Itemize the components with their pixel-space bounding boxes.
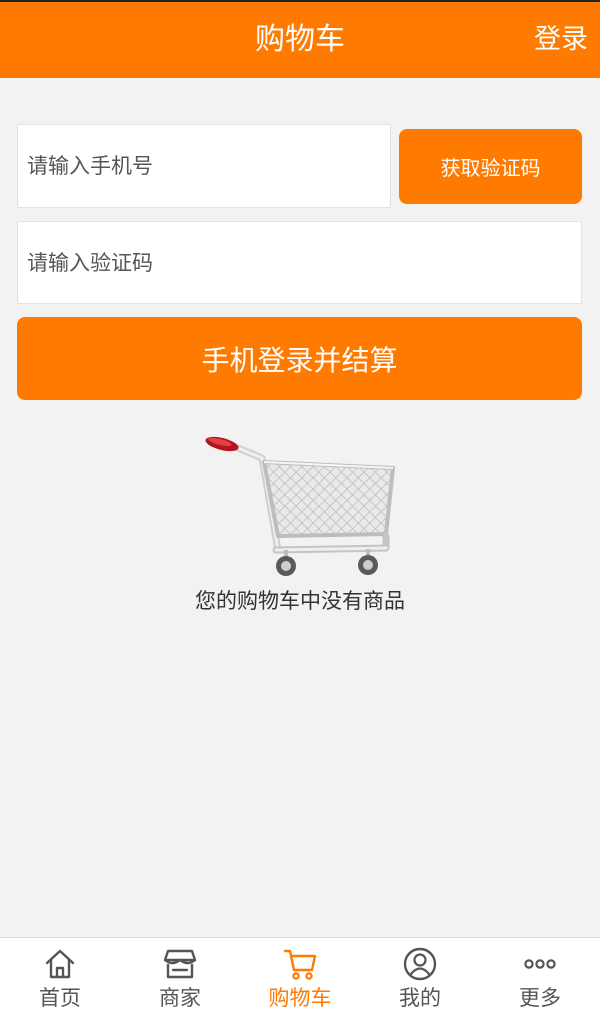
phone-field-container xyxy=(17,124,391,208)
tab-label: 首页 xyxy=(39,986,81,1010)
empty-cart-message: 您的购物车中没有商品 xyxy=(195,589,405,613)
tab-cart[interactable]: 购物车 xyxy=(240,938,360,1023)
shopping-cart-icon xyxy=(205,436,395,576)
tab-label: 更多 xyxy=(519,986,561,1010)
user-icon xyxy=(403,947,437,981)
page-title: 购物车 xyxy=(255,22,345,57)
top-bar: 购物车 登录 xyxy=(0,0,600,78)
store-icon xyxy=(163,949,197,979)
phone-login-checkout-button[interactable]: 手机登录并结算 xyxy=(17,317,582,400)
tab-profile[interactable]: 我的 xyxy=(360,938,480,1023)
tab-label: 商家 xyxy=(159,986,201,1010)
more-icon xyxy=(524,959,556,969)
tab-home[interactable]: 首页 xyxy=(0,938,120,1023)
verification-code-input[interactable] xyxy=(18,222,581,303)
phone-input[interactable] xyxy=(18,125,390,207)
home-icon xyxy=(45,949,75,979)
tab-label: 我的 xyxy=(399,986,441,1010)
bottom-tab-bar: 首页 商家 购物车 我的 更多 xyxy=(0,937,600,1023)
login-button[interactable]: 登录 xyxy=(534,20,588,60)
cart-icon xyxy=(283,949,317,980)
tab-label: 购物车 xyxy=(268,986,332,1010)
tab-more[interactable]: 更多 xyxy=(480,938,600,1023)
get-code-button[interactable]: 获取验证码 xyxy=(399,129,582,204)
code-field-container xyxy=(17,221,582,304)
tab-store[interactable]: 商家 xyxy=(120,938,240,1023)
